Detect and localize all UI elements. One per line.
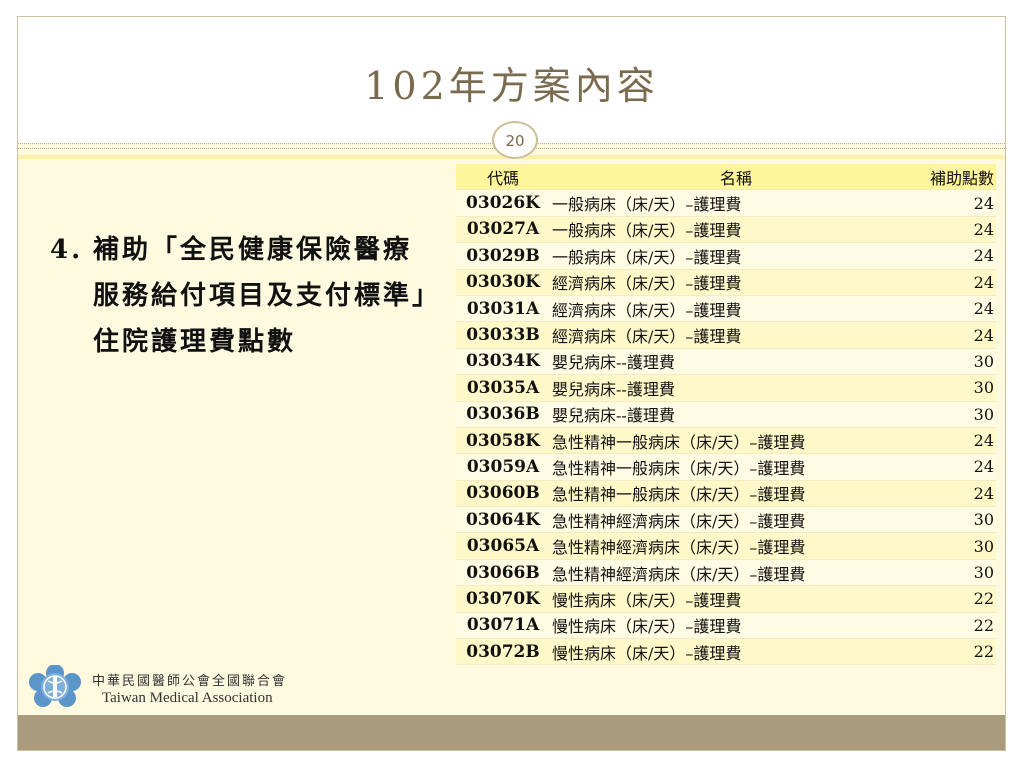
cell-name: 急性精神經濟病床（床/天）–護理費 <box>550 506 922 534</box>
cell-code: 03026K <box>456 189 550 217</box>
slide-title: 102年方案內容 <box>364 64 659 108</box>
org-name-chinese: 中華民國醫師公會全國聯合會 <box>92 674 288 689</box>
cell-points: 30 <box>922 559 996 587</box>
cell-name: 急性精神一般病床（床/天）–護理費 <box>550 480 922 508</box>
table-row: 03033B 經濟病床（床/天）–護理費 24 <box>456 321 996 349</box>
table-row: 03035A 嬰兒病床--護理費 30 <box>456 374 996 402</box>
cell-points: 30 <box>922 506 996 534</box>
cell-name: 急性精神經濟病床（床/天）–護理費 <box>550 559 922 587</box>
cell-points: 22 <box>922 612 996 640</box>
cell-name: 慢性病床（床/天）–護理費 <box>550 638 922 666</box>
cell-points: 30 <box>922 348 996 376</box>
table-row: 03070K 慢性病床（床/天）–護理費 22 <box>456 585 996 613</box>
cell-name: 嬰兒病床--護理費 <box>550 401 922 428</box>
header-name: 名稱 <box>550 164 922 191</box>
cell-code: 03066B <box>456 559 550 587</box>
cell-code: 03070K <box>456 585 550 613</box>
cell-code: 03035A <box>456 374 550 402</box>
table-row: 03029B 一般病床（床/天）–護理費 24 <box>456 242 996 270</box>
slide: 102年方案內容 20 4. 補助「全民健康保險醫療服務給付項目及支付標準」住院… <box>17 16 1006 751</box>
cell-code: 03031A <box>456 295 550 323</box>
cell-points: 24 <box>922 480 996 508</box>
cell-points: 24 <box>922 269 996 296</box>
page-number: 20 <box>505 132 525 150</box>
table-row: 03058K 急性精神一般病床（床/天）–護理費 24 <box>456 427 996 455</box>
tma-logo-icon <box>26 664 84 709</box>
cell-points: 24 <box>922 216 996 244</box>
table-row: 03036B 嬰兒病床--護理費 30 <box>456 401 996 428</box>
table-row: 03066B 急性精神經濟病床（床/天）–護理費 30 <box>456 559 996 587</box>
cell-code: 03060B <box>456 480 550 508</box>
table-row: 03027A 一般病床（床/天）–護理費 24 <box>456 216 996 244</box>
cell-name: 一般病床（床/天）–護理費 <box>550 216 922 244</box>
table-row: 03071A 慢性病床（床/天）–護理費 22 <box>456 612 996 640</box>
cell-code: 03033B <box>456 321 550 349</box>
cell-code: 03027A <box>456 216 550 244</box>
header-code: 代碼 <box>456 164 550 191</box>
cell-points: 30 <box>922 532 996 560</box>
cell-name: 急性精神一般病床（床/天）–護理費 <box>550 427 922 455</box>
cell-code: 03071A <box>456 612 550 640</box>
org-name-english: Taiwan Medical Association <box>102 690 273 706</box>
cell-points: 24 <box>922 189 996 217</box>
cell-points: 22 <box>922 638 996 666</box>
nursing-fee-table: 代碼 名稱 補助點數 03026K 一般病床（床/天）–護理費 24 03027… <box>456 164 996 666</box>
cell-code: 03058K <box>456 427 550 455</box>
table-row: 03031A 經濟病床（床/天）–護理費 24 <box>456 295 996 323</box>
cell-name: 慢性病床（床/天）–護理費 <box>550 585 922 613</box>
table-row: 03060B 急性精神一般病床（床/天）–護理費 24 <box>456 480 996 508</box>
cell-points: 24 <box>922 453 996 481</box>
cell-code: 03036B <box>456 401 550 428</box>
bullet-number: 4. <box>50 235 84 265</box>
cell-name: 急性精神一般病床（床/天）–護理費 <box>550 453 922 481</box>
table-row: 03072B 慢性病床（床/天）–護理費 22 <box>456 638 996 666</box>
cell-name: 慢性病床（床/天）–護理費 <box>550 612 922 640</box>
cell-points: 22 <box>922 585 996 613</box>
cell-code: 03064K <box>456 506 550 534</box>
cell-name: 經濟病床（床/天）–護理費 <box>550 295 922 323</box>
cell-code: 03030K <box>456 269 550 296</box>
cell-code: 03072B <box>456 638 550 666</box>
cell-name: 嬰兒病床--護理費 <box>550 374 922 402</box>
cell-points: 24 <box>922 295 996 323</box>
table-row: 03034K 嬰兒病床--護理費 30 <box>456 348 996 376</box>
table-row: 03059A 急性精神一般病床（床/天）–護理費 24 <box>456 453 996 481</box>
cell-code: 03029B <box>456 242 550 270</box>
cell-code: 03034K <box>456 348 550 376</box>
cell-points: 30 <box>922 401 996 428</box>
footer-bar <box>18 715 1005 750</box>
cell-points: 24 <box>922 321 996 349</box>
cell-points: 24 <box>922 427 996 455</box>
cell-name: 一般病床（床/天）–護理費 <box>550 189 922 217</box>
bullet-text: 補助「全民健康保險醫療服務給付項目及支付標準」住院護理費點數 <box>93 235 429 357</box>
cell-name: 經濟病床（床/天）–護理費 <box>550 321 922 349</box>
cell-name: 經濟病床（床/天）–護理費 <box>550 269 922 296</box>
page-number-badge: 20 <box>492 121 538 159</box>
cell-name: 嬰兒病床--護理費 <box>550 348 922 376</box>
cell-code: 03065A <box>456 532 550 560</box>
cell-code: 03059A <box>456 453 550 481</box>
table-row: 03064K 急性精神經濟病床（床/天）–護理費 30 <box>456 506 996 534</box>
table-row: 03065A 急性精神經濟病床（床/天）–護理費 30 <box>456 532 996 560</box>
header-points: 補助點數 <box>922 164 996 191</box>
table-row: 03026K 一般病床（床/天）–護理費 24 <box>456 189 996 217</box>
table-header-row: 代碼 名稱 補助點數 <box>456 164 996 191</box>
cell-name: 一般病床（床/天）–護理費 <box>550 242 922 270</box>
cell-name: 急性精神經濟病床（床/天）–護理費 <box>550 532 922 560</box>
cell-points: 24 <box>922 242 996 270</box>
cell-points: 30 <box>922 374 996 402</box>
table-row: 03030K 經濟病床（床/天）–護理費 24 <box>456 269 996 296</box>
